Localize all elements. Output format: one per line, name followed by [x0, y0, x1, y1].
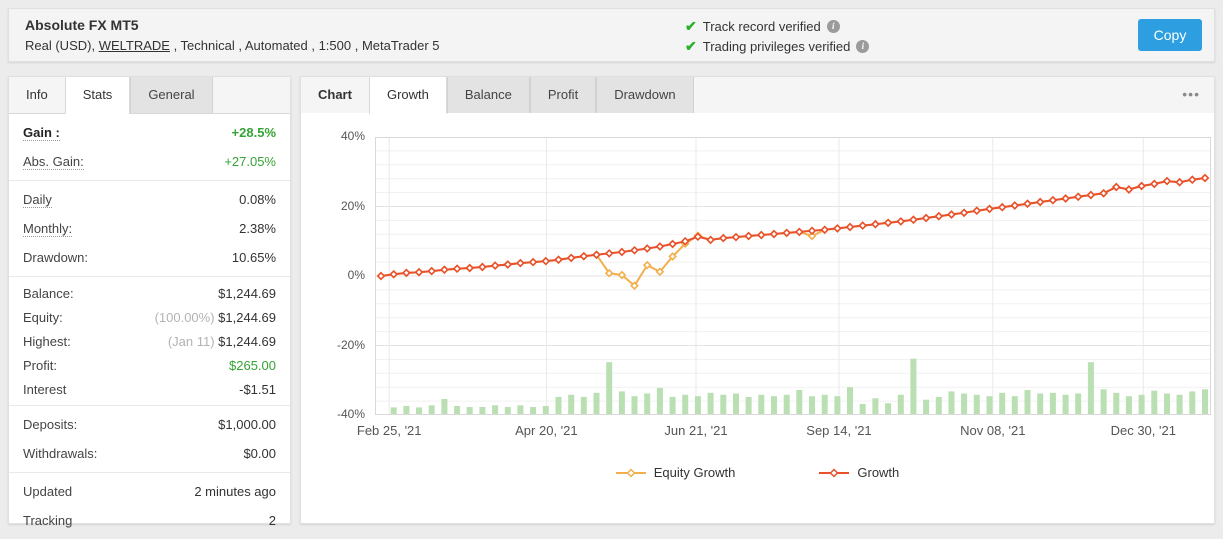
- tab-info[interactable]: Info: [9, 77, 65, 113]
- stat-value-drawdown: 10.65%: [231, 250, 276, 265]
- stat-value-note: (100.00%): [154, 309, 219, 325]
- stat-label-daily[interactable]: Daily: [23, 192, 52, 208]
- stat-value-deposits: $1,000.00: [218, 417, 276, 432]
- tab-profit[interactable]: Profit: [529, 77, 597, 113]
- stat-row-abs-gain: Abs. Gain: +27.05%: [9, 147, 290, 176]
- info-icon[interactable]: i: [826, 19, 840, 33]
- stat-value-interest: -$1.51: [239, 381, 276, 397]
- tab-growth[interactable]: Growth: [368, 77, 447, 114]
- chart-panel: Chart Growth Balance Profit Drawdown ••• Equi…: [300, 76, 1215, 524]
- stat-group: Balance: $1,244.69 Equity: (100.00%) $1,244…: [9, 277, 290, 406]
- stat-group: Gain : +28.5% Abs. Gain: +27.05%: [9, 114, 290, 181]
- stat-label-updated: Updated: [23, 484, 73, 499]
- stat-value-abs-gain: +27.05%: [224, 154, 276, 169]
- stat-value-monthly: 2.38%: [239, 221, 276, 236]
- stat-row-updated: Updated 2 minutes ago: [9, 477, 290, 506]
- tab-balance[interactable]: Balance: [446, 77, 530, 113]
- stat-label-equity: Equity:: [23, 309, 63, 325]
- stat-row-highest: Highest: (Jan 11) $1,244.69: [9, 329, 290, 353]
- copy-button[interactable]: Copy: [1138, 19, 1202, 51]
- verification-badges: ✔ Track record verified i ✔ Trading priv…: [685, 16, 870, 56]
- stat-value-updated: 2 minutes ago: [194, 484, 276, 499]
- verification-label: Trading privileges verified: [702, 38, 851, 54]
- stats-list: Gain : +28.5% Abs. Gain: +27.05% Daily 0.08% M…: [9, 114, 290, 539]
- tab-general[interactable]: General: [130, 77, 213, 113]
- growth-chart: Equity Growth Growth 40% 20% 0% -20% -40% Feb …: [301, 113, 1214, 523]
- stat-value-withdrawals: $0.00: [243, 446, 276, 461]
- verification-label: Track record verified: [702, 18, 821, 34]
- account-header: Absolute FX MT5 Real (USD), WELTRADE , T…: [8, 8, 1215, 62]
- stat-label-drawdown: Drawdown:: [23, 250, 89, 265]
- chart-panel-tabs: Chart Growth Balance Profit Drawdown •••: [301, 77, 1214, 114]
- x-axis-tick: Sep 14, '21: [806, 423, 872, 438]
- y-axis-tick: 40%: [340, 129, 365, 143]
- info-icon[interactable]: i: [856, 39, 870, 53]
- stat-row-monthly: Monthly: 2.38%: [9, 214, 290, 243]
- legend-item-growth[interactable]: Growth: [819, 465, 899, 480]
- stat-group: Updated 2 minutes ago Tracking 2: [9, 473, 290, 539]
- stat-label-withdrawals: Withdrawals:: [23, 446, 98, 461]
- stat-row-withdrawals: Withdrawals: $0.00: [9, 439, 290, 468]
- stat-row-drawdown: Drawdown: 10.65%: [9, 243, 290, 272]
- broker-link[interactable]: WELTRADE: [99, 38, 170, 53]
- stat-group: Daily 0.08% Monthly: 2.38% Drawdown: 10.65%: [9, 181, 290, 277]
- tab-stats[interactable]: Stats: [64, 77, 131, 114]
- stat-label-interest: Interest: [23, 381, 67, 397]
- stat-row-deposits: Deposits: $1,000.00: [9, 410, 290, 439]
- tab-chart: Chart: [318, 87, 352, 102]
- y-axis-tick: 20%: [340, 198, 365, 213]
- account-subtitle: Real (USD), WELTRADE , Technical , Autom…: [25, 38, 440, 53]
- stat-label-gain[interactable]: Gain :: [23, 125, 60, 141]
- stat-label-deposits: Deposits:: [23, 417, 78, 432]
- stat-label-highest: Highest:: [23, 333, 71, 349]
- stat-value-tracking: 2: [268, 513, 276, 528]
- stat-value-equity: (100.00%) $1,244.69: [154, 309, 276, 325]
- stat-value-profit: $265.00: [229, 357, 276, 373]
- legend-item-equity-growth[interactable]: Equity Growth: [615, 465, 736, 480]
- x-axis-tick: Apr 20, '21: [515, 423, 578, 438]
- stat-row-profit: Profit: $265.00: [9, 353, 290, 377]
- stat-value-daily: 0.08%: [239, 192, 276, 207]
- x-axis-tick: Jun 21, '21: [664, 423, 728, 438]
- account-type: Real (USD),: [25, 38, 99, 53]
- legend-marker-icon: [615, 467, 646, 478]
- chart-legend: Equity Growth Growth: [301, 465, 1214, 480]
- account-title: Absolute FX MT5: [25, 17, 139, 33]
- stat-value-note: (Jan 11): [167, 333, 219, 349]
- legend-label: Growth: [857, 465, 900, 480]
- stat-label-monthly[interactable]: Monthly:: [23, 221, 73, 237]
- y-axis-tick: -40%: [336, 407, 365, 421]
- stat-value-balance: $1,244.69: [218, 285, 276, 301]
- check-icon: ✔: [685, 37, 697, 54]
- x-axis-tick: Dec 30, '21: [1110, 423, 1176, 438]
- track-record-verified: ✔ Track record verified i: [685, 16, 869, 36]
- legend-label: Equity Growth: [653, 465, 736, 480]
- tab-drawdown[interactable]: Drawdown: [596, 77, 694, 113]
- stat-row-balance: Balance: $1,244.69: [9, 281, 290, 305]
- stat-row-equity: Equity: (100.00%) $1,244.69: [9, 305, 290, 329]
- check-icon: ✔: [685, 17, 697, 34]
- account-attributes: , Technical , Automated , 1:500 , MetaTr…: [169, 38, 440, 53]
- stat-row-gain: Gain : +28.5%: [9, 118, 290, 147]
- stat-label-balance: Balance:: [23, 285, 74, 301]
- stat-row-interest: Interest -$1.51: [9, 377, 290, 401]
- y-axis-tick: -20%: [336, 337, 365, 352]
- stat-value-gain: +28.5%: [231, 125, 276, 140]
- chart-plot[interactable]: [375, 137, 1211, 415]
- stat-value-highest: (Jan 11) $1,244.69: [167, 333, 276, 349]
- x-axis-tick: Nov 08, '21: [960, 423, 1026, 438]
- stat-label-abs-gain[interactable]: Abs. Gain:: [23, 154, 84, 170]
- chart-options-menu-icon[interactable]: •••: [1182, 77, 1200, 113]
- stat-label-profit: Profit:: [23, 357, 57, 373]
- stat-label-tracking: Tracking: [23, 513, 73, 528]
- x-axis-tick: Feb 25, '21: [356, 423, 422, 438]
- stats-panel: Info Stats General Gain : +28.5% Abs. Gain: +…: [8, 76, 291, 528]
- stats-panel-tabs: Info Stats General: [9, 77, 290, 114]
- trading-privileges-verified: ✔ Trading privileges verified i: [685, 36, 870, 56]
- y-axis-tick: 0%: [347, 268, 365, 282]
- stat-row-daily: Daily 0.08%: [9, 185, 290, 214]
- legend-marker-icon: [819, 467, 850, 478]
- stat-group: Deposits: $1,000.00 Withdrawals: $0.00: [9, 406, 290, 473]
